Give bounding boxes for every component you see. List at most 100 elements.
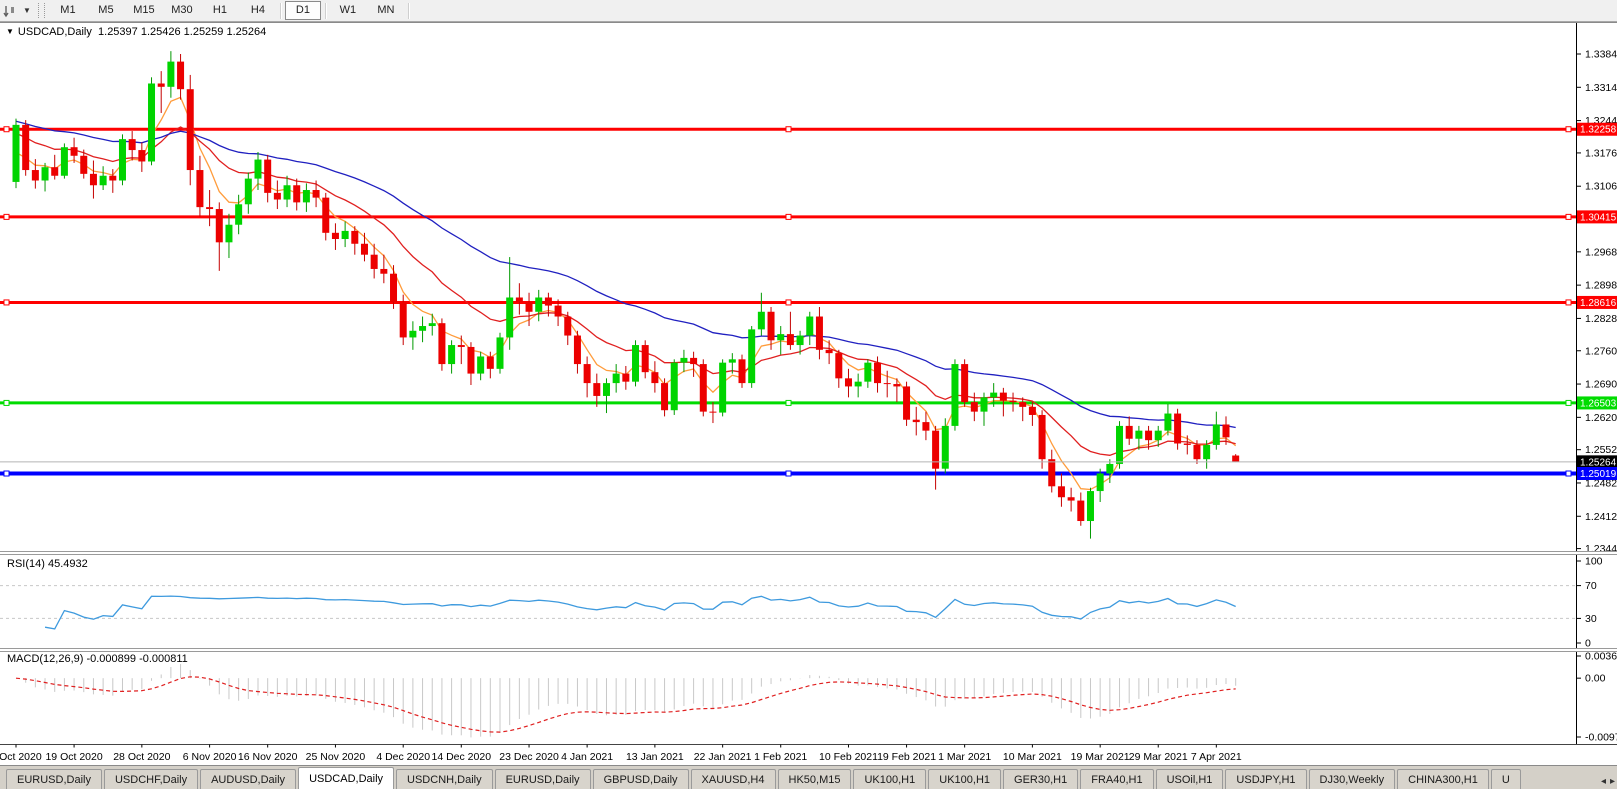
timeframe-button-h4[interactable]: H4 xyxy=(240,1,276,20)
svg-text:1.25019: 1.25019 xyxy=(1580,469,1617,480)
tab-usdcad-daily[interactable]: USDCAD,Daily xyxy=(298,767,395,789)
tab-fra40-h1[interactable]: FRA40,H1 xyxy=(1080,769,1154,789)
hline-handle[interactable] xyxy=(785,213,792,220)
tab-dj30-weekly[interactable]: DJ30,Weekly xyxy=(1308,769,1396,789)
tab-usdcnh-daily[interactable]: USDCNH,Daily xyxy=(396,769,493,789)
timeframe-button-mn[interactable]: MN xyxy=(368,1,404,20)
tab-usdjpy-h1[interactable]: USDJPY,H1 xyxy=(1225,769,1307,789)
svg-text:0.003665: 0.003665 xyxy=(1585,651,1617,663)
hline-handle[interactable] xyxy=(785,399,792,406)
mt4-window: ▼ M1M5M15M30H1H4 D1 W1MN 1.33840 1.33140 1.3… xyxy=(0,0,1617,789)
timeframe-button-m1[interactable]: M1 xyxy=(50,1,86,20)
tab-hk50-m15[interactable]: HK50,M15 xyxy=(777,769,852,789)
toolbar-separator xyxy=(407,2,409,19)
hline-handle[interactable] xyxy=(3,126,10,133)
hline-handle[interactable] xyxy=(3,299,10,306)
hline-handle[interactable] xyxy=(1565,126,1572,133)
svg-text:70: 70 xyxy=(1585,580,1597,592)
svg-text:1.32258: 1.32258 xyxy=(1580,125,1617,136)
toolbar-separator xyxy=(279,2,281,19)
symbol-caret-icon: ▼ xyxy=(6,27,14,36)
svg-text:1.24120: 1.24120 xyxy=(1585,511,1617,523)
tab-gbpusd-daily[interactable]: GBPUSD,Daily xyxy=(592,769,689,789)
svg-text:13 Jan 2021: 13 Jan 2021 xyxy=(626,751,684,763)
svg-text:10 Feb 2021: 10 Feb 2021 xyxy=(819,751,878,763)
timeframe-button-w1[interactable]: W1 xyxy=(330,1,366,20)
date-axis[interactable]: 9 Oct 202019 Oct 2020 28 Oct 2020 6 Nov 20… xyxy=(0,744,1242,764)
svg-text:1.26503: 1.26503 xyxy=(1580,398,1617,409)
tab-scroll-buttons: ◂ ▸ xyxy=(1601,776,1615,787)
hline-handle[interactable] xyxy=(3,470,10,477)
svg-text:7 Apr 2021: 7 Apr 2021 xyxy=(1191,751,1242,763)
svg-text:100: 100 xyxy=(1585,556,1603,568)
svg-text:28 Oct 2020: 28 Oct 2020 xyxy=(113,751,170,763)
svg-text:10 Mar 2021: 10 Mar 2021 xyxy=(1003,751,1062,763)
svg-text:19 Mar 2021: 19 Mar 2021 xyxy=(1071,751,1130,763)
svg-text:1 Feb 2021: 1 Feb 2021 xyxy=(754,751,807,763)
rsi-indicator-label: RSI(14) 45.4932 xyxy=(7,558,88,570)
svg-text:1.31060: 1.31060 xyxy=(1585,181,1617,193)
svg-text:1.28616: 1.28616 xyxy=(1580,298,1617,309)
tab-audusd-daily[interactable]: AUDUSD,Daily xyxy=(200,769,297,789)
tab-scroll-right-icon[interactable]: ▸ xyxy=(1610,776,1615,787)
timeframe-button-m5[interactable]: M5 xyxy=(88,1,124,20)
svg-text:4 Jan 2021: 4 Jan 2021 xyxy=(561,751,613,763)
svg-text:19 Oct 2020: 19 Oct 2020 xyxy=(45,751,102,763)
hline-handle[interactable] xyxy=(1565,470,1572,477)
price-axis[interactable]: 1.338401.331401.324401.317601.310601.296… xyxy=(1577,49,1617,556)
hline-handle[interactable] xyxy=(785,470,792,477)
candlestick-tool-icon xyxy=(3,5,14,17)
tab-usdchf-daily[interactable]: USDCHF,Daily xyxy=(103,769,199,789)
pane-separator-rsi[interactable] xyxy=(0,551,1617,555)
pane-separator-macd[interactable] xyxy=(0,648,1617,652)
tab-china300-h1[interactable]: CHINA300,H1 xyxy=(1397,769,1489,789)
svg-text:29 Mar 2021: 29 Mar 2021 xyxy=(1129,751,1188,763)
svg-text:1.30415: 1.30415 xyxy=(1580,212,1617,223)
svg-text:14 Dec 2020: 14 Dec 2020 xyxy=(432,751,492,763)
svg-text:4 Dec 2020: 4 Dec 2020 xyxy=(376,751,430,763)
rsi-axis: 10070300 xyxy=(1577,556,1603,650)
svg-text:-0.00973: -0.00973 xyxy=(1585,732,1617,744)
tab-scroll-left-icon[interactable]: ◂ xyxy=(1601,776,1606,787)
tab-uk100-h1[interactable]: UK100,H1 xyxy=(853,769,927,789)
svg-text:1.28980: 1.28980 xyxy=(1585,280,1617,292)
svg-text:1.25520: 1.25520 xyxy=(1585,444,1617,456)
hline-handle[interactable] xyxy=(3,213,10,220)
rsi-pane xyxy=(0,585,1576,630)
timeframe-button-m15[interactable]: M15 xyxy=(126,1,162,20)
tab-xauusd-h4[interactable]: XAUUSD,H4 xyxy=(690,769,776,789)
svg-text:16 Nov 2020: 16 Nov 2020 xyxy=(238,751,298,763)
hline-handle[interactable] xyxy=(1565,399,1572,406)
macd-axis: 0.003665 0.00 -0.00973 xyxy=(1577,651,1617,744)
timeframe-button-m30[interactable]: M30 xyxy=(164,1,200,20)
tab-ger30-h1[interactable]: GER30,H1 xyxy=(1003,769,1079,789)
svg-text:1.26900: 1.26900 xyxy=(1585,379,1617,391)
tab-eurusd-daily[interactable]: EURUSD,Daily xyxy=(6,769,102,789)
ma-fast-line xyxy=(15,96,1237,491)
chart-type-icon[interactable] xyxy=(0,0,20,21)
tab-eurusd-daily[interactable]: EURUSD,Daily xyxy=(494,769,591,789)
svg-text:0.00: 0.00 xyxy=(1585,673,1606,685)
timeframe-button-h1[interactable]: H1 xyxy=(202,1,238,20)
svg-text:6 Nov 2020: 6 Nov 2020 xyxy=(183,751,237,763)
hline-handle[interactable] xyxy=(785,299,792,306)
svg-text:23 Dec 2020: 23 Dec 2020 xyxy=(499,751,559,763)
svg-text:1 Mar 2021: 1 Mar 2021 xyxy=(938,751,991,763)
tab-usoil-h1[interactable]: USOil,H1 xyxy=(1155,769,1224,789)
timeframe-button-d1[interactable]: D1 xyxy=(284,1,321,20)
tab-uk100-h1[interactable]: UK100,H1 xyxy=(928,769,1002,789)
hline-handle[interactable] xyxy=(785,126,792,133)
svg-text:1.27600: 1.27600 xyxy=(1585,345,1617,357)
svg-text:1.28280: 1.28280 xyxy=(1585,313,1617,325)
toolbar-grip[interactable] xyxy=(37,3,45,18)
svg-text:1.33840: 1.33840 xyxy=(1585,49,1617,61)
hline-handle[interactable] xyxy=(1565,213,1572,220)
hline-handle[interactable] xyxy=(3,399,10,406)
hline-handle[interactable] xyxy=(1565,299,1572,306)
chart-title: ▼ USDCAD,Daily 1.25397 1.25426 1.25259 1.… xyxy=(6,26,266,38)
svg-text:30: 30 xyxy=(1585,613,1597,625)
caret-down-icon[interactable]: ▼ xyxy=(20,0,34,21)
macd-pane xyxy=(15,664,1237,738)
tab-u[interactable]: U xyxy=(1490,769,1521,789)
candles-layer xyxy=(12,51,1240,539)
